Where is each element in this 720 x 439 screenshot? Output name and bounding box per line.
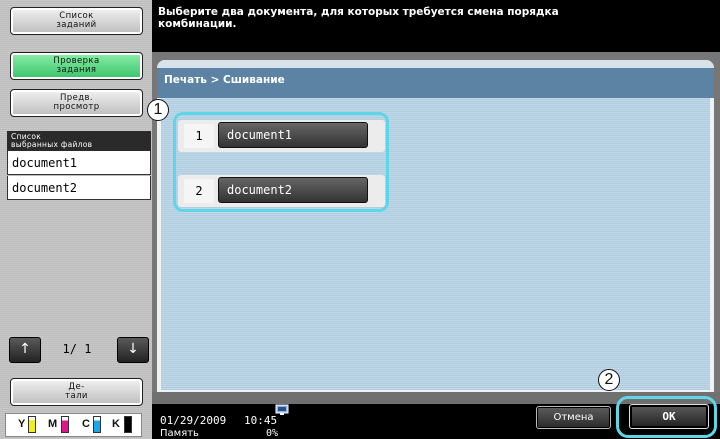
instruction-text: Выберите два документа, для которых треб… bbox=[158, 6, 559, 30]
callout-highlight-ok bbox=[616, 396, 717, 438]
toner-letter-c: C bbox=[82, 418, 90, 430]
toner-bar-yellow bbox=[28, 416, 36, 433]
selected-files-header: Список выбранных файлов bbox=[7, 131, 151, 151]
breadcrumb: Печать > Сшивание bbox=[164, 74, 285, 86]
page-navigator: ↑ 1/ 1 ↓ bbox=[9, 337, 149, 363]
network-icon bbox=[275, 404, 289, 415]
arrow-down-icon: ↓ bbox=[127, 341, 139, 357]
check-job-label: Проверка задания bbox=[53, 56, 100, 75]
job-list-button[interactable]: Список заданий bbox=[10, 7, 143, 35]
date-display: 01/29/2009 bbox=[160, 414, 227, 427]
details-button[interactable]: Де- тали bbox=[10, 378, 143, 406]
cancel-button[interactable]: Отмена bbox=[536, 406, 611, 429]
toner-level-indicator: Y M C K bbox=[5, 413, 142, 437]
callout-number-2: 2 bbox=[598, 369, 620, 391]
details-label: Де- тали bbox=[65, 382, 88, 401]
page-indicator: 1/ 1 bbox=[62, 342, 92, 356]
toner-letter-k: K bbox=[112, 418, 120, 430]
time-display: 10:45 bbox=[244, 414, 278, 427]
job-list-label: Список заданий bbox=[56, 11, 97, 30]
scroll-down-button[interactable]: ↓ bbox=[117, 337, 149, 363]
toner-letter-y: Y bbox=[18, 418, 26, 430]
toner-bar-magenta bbox=[61, 416, 69, 433]
callout-highlight-documents bbox=[173, 112, 389, 212]
check-job-button[interactable]: Проверка задания bbox=[10, 52, 143, 80]
selected-file-item[interactable]: document1 bbox=[7, 151, 151, 175]
preview-label: Предв. просмотр bbox=[53, 93, 100, 112]
toner-bar-cyan bbox=[93, 416, 101, 433]
toner-bar-black bbox=[124, 416, 132, 433]
arrow-up-icon: ↑ bbox=[19, 341, 31, 357]
callout-number-1: 1 bbox=[147, 99, 169, 121]
preview-button[interactable]: Предв. просмотр bbox=[10, 89, 143, 117]
selected-file-item[interactable]: document2 bbox=[7, 176, 151, 200]
toner-letter-m: M bbox=[48, 418, 58, 430]
memory-label: Память bbox=[160, 428, 199, 439]
memory-value: 0% bbox=[266, 428, 279, 439]
scroll-up-button[interactable]: ↑ bbox=[9, 337, 41, 363]
